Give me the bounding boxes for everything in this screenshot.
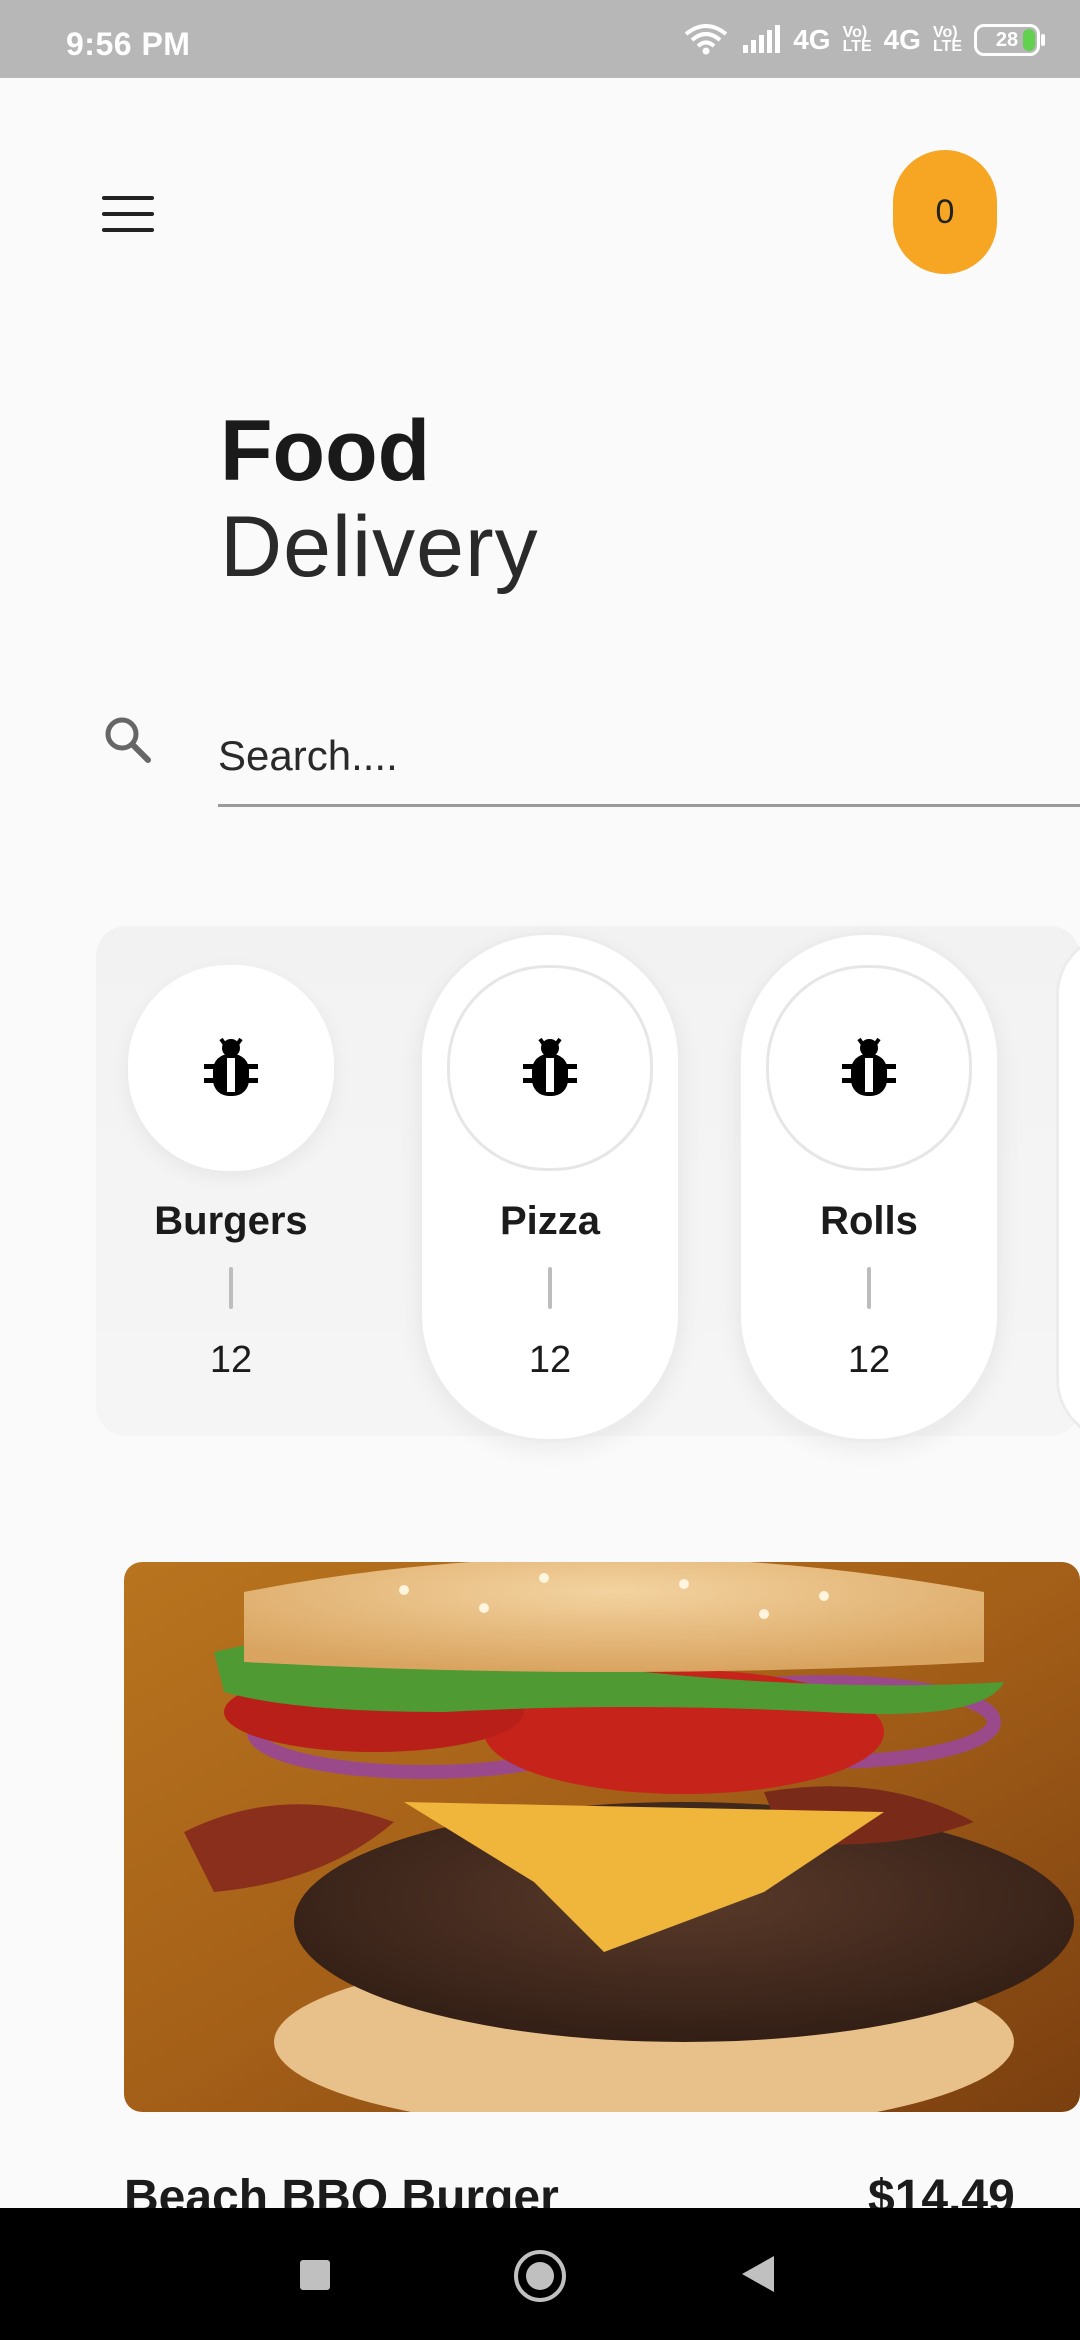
category-count: 12 [847,1339,891,1381]
category-name: Rolls [820,1199,918,1243]
category-count: 12 [209,1339,253,1381]
cart-button[interactable]: 0 [893,150,997,274]
category-divider [229,1267,233,1309]
category-card-pizza[interactable]: Pizza 12 [419,932,681,1442]
category-icon-circle [766,965,972,1171]
circle-icon[interactable] [514,2250,566,2302]
battery-icon: 28 [974,24,1045,56]
product-image[interactable] [124,1562,1080,2112]
network-label-1: 4G [793,24,831,55]
category-divider [548,1267,552,1309]
category-divider [867,1267,871,1309]
volte-icon: Vo) LTE [932,24,962,55]
bug-icon [523,1037,577,1096]
category-card-partial[interactable] [1056,932,1080,1442]
category-card-burgers[interactable]: Burgers 12 [100,932,362,1442]
bug-icon [842,1037,896,1096]
menu-icon [102,228,154,232]
network-label-2: 4G [883,24,921,55]
burger-photo [124,1562,1080,2112]
status-time: 9:56 PM [66,26,191,62]
category-name: Burgers [154,1199,308,1243]
search-input[interactable] [218,708,1080,807]
square-icon[interactable] [300,2260,330,2290]
wifi-icon [684,24,728,55]
volte-icon: Vo) LTE [842,24,872,55]
signal-icon [743,25,781,53]
page-title: Food [220,403,431,499]
triangle-back-icon[interactable] [742,2256,774,2292]
battery-level: 28 [995,28,1019,51]
page-subtitle: Delivery [220,499,539,595]
menu-button[interactable] [102,196,154,232]
search-icon [105,717,151,763]
menu-icon [102,196,154,200]
status-bar: 9:56 PM 4G Vo) LTE 4G Vo) LTE 28 [0,0,1080,78]
menu-icon [102,212,154,216]
category-name: Pizza [499,1199,601,1243]
category-count: 12 [528,1339,572,1381]
category-icon-circle [128,965,334,1171]
bug-icon [204,1037,258,1096]
cart-count: 0 [935,192,955,231]
category-icon-circle [447,965,653,1171]
status-icons: 4G Vo) LTE 4G Vo) LTE 28 [683,22,1045,58]
category-card-rolls[interactable]: Rolls 12 [738,932,1000,1442]
